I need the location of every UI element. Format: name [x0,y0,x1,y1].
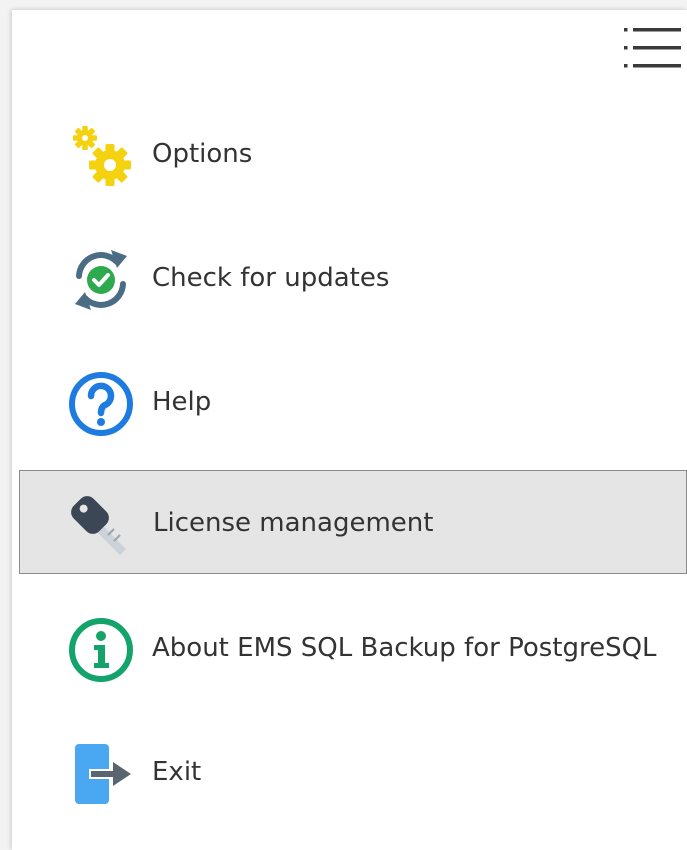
key-icon [68,491,136,559]
menu-item-about[interactable]: About EMS SQL Backup for PostgreSQL [19,596,687,700]
gears-icon [67,122,135,190]
menu-item-label: License management [153,508,434,538]
help-icon [67,370,135,438]
menu-item-options[interactable]: Options [19,102,687,206]
info-icon [67,616,135,684]
menu-item-label: About EMS SQL Backup for PostgreSQL [152,633,657,663]
app-menu-panel: Options Check for updates Help License m… [12,10,687,850]
refresh-check-icon [67,246,135,314]
menu-item-help[interactable]: Help [19,350,687,454]
exit-icon [67,740,135,808]
menu-item-exit[interactable]: Exit [19,720,687,824]
menu-item-label: Options [152,139,253,169]
menu-item-label: Check for updates [152,263,390,293]
menu-item-license-management[interactable]: License management [19,470,687,574]
menu-item-label: Exit [152,757,202,787]
menu-item-label: Help [152,387,212,417]
hamburger-menu-icon[interactable] [618,26,682,74]
menu-item-check-for-updates[interactable]: Check for updates [19,226,687,330]
